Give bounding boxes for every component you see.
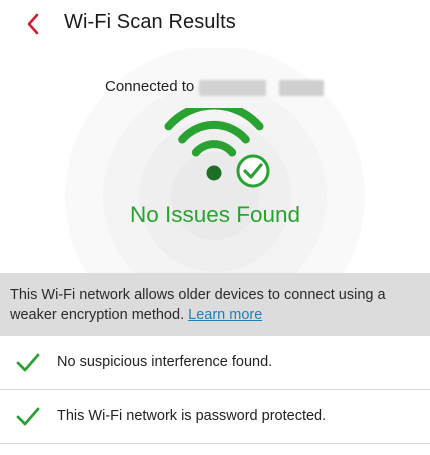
result-row-interference: No suspicious interference found. bbox=[0, 336, 430, 390]
wifi-icon bbox=[164, 108, 270, 188]
result-text: This Wi-Fi network is password protected… bbox=[57, 408, 327, 424]
scan-status-title: No Issues Found bbox=[129, 202, 301, 227]
encryption-warning-notice: This Wi-Fi network allows older devices … bbox=[0, 273, 430, 336]
check-icon bbox=[16, 353, 40, 372]
page-title: Wi-Fi Scan Results bbox=[64, 11, 236, 33]
back-chevron-icon[interactable] bbox=[20, 10, 48, 38]
scan-status-panel: Connected to No Issues Found bbox=[0, 48, 430, 273]
result-row-password: This Wi-Fi network is password protected… bbox=[0, 390, 430, 444]
result-text: No suspicious interference found. bbox=[57, 354, 273, 370]
connected-to-label: Connected to bbox=[105, 78, 195, 95]
learn-more-link[interactable]: Learn more bbox=[188, 307, 262, 323]
check-circle-icon bbox=[236, 154, 270, 188]
app-header: Wi-Fi Scan Results bbox=[0, 0, 430, 48]
connected-to-row: Connected to bbox=[0, 78, 430, 100]
check-icon bbox=[16, 407, 40, 426]
network-name-redacted bbox=[199, 80, 324, 96]
